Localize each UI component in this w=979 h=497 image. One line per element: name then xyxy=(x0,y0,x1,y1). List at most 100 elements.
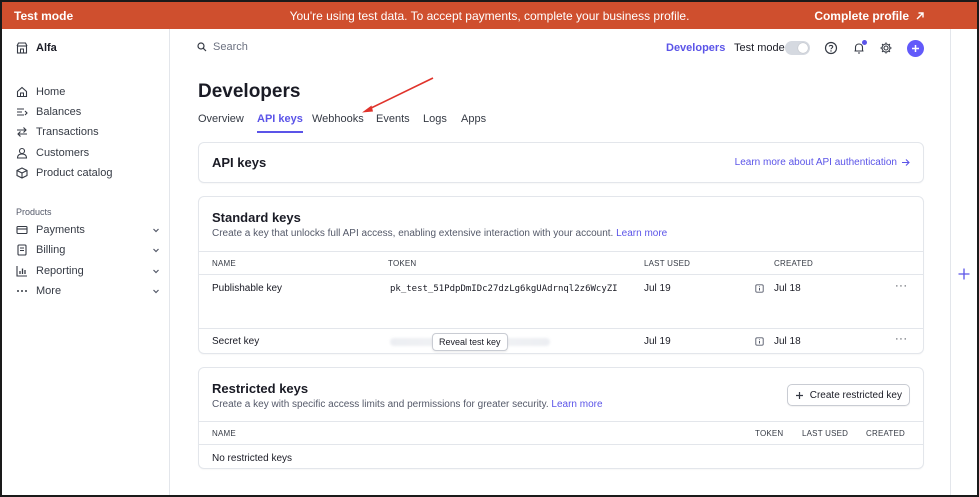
card-icon xyxy=(16,225,28,235)
restricted-keys-table-header: NAME TOKEN LAST USED CREATED xyxy=(199,421,923,445)
sidebar-item-home[interactable]: Home xyxy=(16,86,161,98)
app-window: Test mode You're using test data. To acc… xyxy=(0,0,979,497)
page-title: Developers xyxy=(198,81,301,102)
standard-keys-desc-text: Create a key that unlocks full API acces… xyxy=(212,228,614,239)
secret-key-created: Jul 18 xyxy=(774,336,801,347)
search-placeholder: Search xyxy=(213,41,248,53)
gear-icon xyxy=(880,42,892,54)
col-last-used: LAST USED xyxy=(644,259,691,268)
search-input[interactable]: Search xyxy=(197,41,248,53)
reveal-test-key-button[interactable]: Reveal test key xyxy=(432,333,508,351)
box-icon xyxy=(16,167,28,179)
org-name: Alfa xyxy=(36,42,57,54)
notification-badge xyxy=(862,40,867,45)
transactions-icon xyxy=(17,127,27,137)
plus-icon xyxy=(958,268,970,280)
sidebar-item-customers[interactable]: Customers xyxy=(16,147,161,159)
create-button[interactable] xyxy=(907,40,924,57)
notifications-button[interactable] xyxy=(852,40,867,55)
chevron-down-icon xyxy=(153,248,159,253)
sidebar: Alfa Home Balances Transactions Customer… xyxy=(2,29,170,495)
create-restricted-key-button[interactable]: Create restricted key xyxy=(786,384,910,406)
test-mode-label: Test mode xyxy=(734,42,785,54)
standard-keys-table-header: NAME TOKEN LAST USED CREATED xyxy=(199,251,923,275)
sidebar-item-label: Reporting xyxy=(36,265,84,277)
standard-keys-learn-more[interactable]: Learn more xyxy=(616,228,667,239)
col-name: NAME xyxy=(212,259,236,268)
sidebar-section-products: Products xyxy=(16,207,52,217)
test-mode-banner: Test mode You're using test data. To acc… xyxy=(2,2,977,29)
restricted-keys-desc-text: Create a key with specific access limits… xyxy=(212,399,549,410)
more-dots-icon xyxy=(17,290,27,292)
store-icon xyxy=(16,42,28,54)
arrow-up-right-icon xyxy=(916,11,924,19)
right-rail-divider xyxy=(950,29,951,495)
sidebar-item-transactions[interactable]: Transactions xyxy=(16,126,161,138)
chevron-down-icon xyxy=(153,289,159,294)
col-token: TOKEN xyxy=(388,259,417,268)
balances-icon xyxy=(17,108,28,116)
publishable-key-last-used: Jul 19 xyxy=(644,283,671,294)
sidebar-item-reporting[interactable]: Reporting xyxy=(16,265,161,277)
sidebar-item-label: Customers xyxy=(36,147,90,159)
sidebar-item-label: Balances xyxy=(36,106,82,118)
sidebar-item-label: Transactions xyxy=(36,126,99,138)
help-icon xyxy=(824,41,838,55)
api-keys-card: API keys Learn more about API authentica… xyxy=(198,142,924,183)
sidebar-item-balances[interactable]: Balances xyxy=(16,106,161,118)
sidebar-item-label: Payments xyxy=(36,224,85,236)
help-button[interactable] xyxy=(824,41,838,55)
search-icon xyxy=(197,42,207,52)
tab-apps[interactable]: Apps xyxy=(461,113,486,131)
plus-icon xyxy=(912,45,919,52)
tab-webhooks[interactable]: Webhooks xyxy=(312,113,364,131)
billing-icon xyxy=(17,244,27,256)
bar-chart-icon xyxy=(16,266,27,277)
sidebar-item-product-catalog[interactable]: Product catalog xyxy=(16,167,161,179)
publishable-key-token[interactable]: pk_test_51PdpDmIDc27dzLg6kgUAdrnql2z6Wcy… xyxy=(390,284,618,294)
secret-key-menu-button[interactable]: ··· xyxy=(895,333,908,345)
sidebar-item-more[interactable]: More xyxy=(16,285,161,297)
settings-button[interactable] xyxy=(879,41,893,55)
arrow-right-icon xyxy=(902,159,910,166)
sidebar-item-label: Product catalog xyxy=(36,167,113,179)
col-name: NAME xyxy=(212,429,236,438)
sidebar-item-label: Billing xyxy=(36,244,66,256)
sidebar-item-payments[interactable]: Payments xyxy=(16,224,161,236)
tab-overview[interactable]: Overview xyxy=(198,113,244,131)
developers-link[interactable]: Developers xyxy=(666,42,725,54)
org-switcher[interactable]: Alfa xyxy=(16,42,161,54)
api-keys-title: API keys xyxy=(212,155,267,170)
chevron-down-icon xyxy=(153,269,159,274)
info-icon[interactable] xyxy=(755,284,764,293)
secret-key-name: Secret key xyxy=(212,336,260,347)
home-icon xyxy=(16,86,28,98)
publishable-key-name: Publishable key xyxy=(212,283,283,294)
chevron-down-icon xyxy=(153,228,159,233)
test-mode-toggle[interactable] xyxy=(785,41,810,55)
publishable-key-created: Jul 18 xyxy=(774,283,801,294)
restricted-keys-card: Restricted keys Create a key with specif… xyxy=(198,367,924,469)
standard-keys-description: Create a key that unlocks full API acces… xyxy=(212,228,667,239)
plus-icon xyxy=(795,391,803,399)
banner-mode-label: Test mode xyxy=(14,8,74,23)
create-restricted-key-label: Create restricted key xyxy=(809,389,902,401)
info-icon[interactable] xyxy=(755,337,764,346)
annotation-arrow-icon xyxy=(362,77,434,113)
col-created: CREATED xyxy=(774,259,814,268)
restricted-keys-learn-more[interactable]: Learn more xyxy=(551,399,602,410)
rail-add-button[interactable] xyxy=(957,267,971,281)
sidebar-item-billing[interactable]: Billing xyxy=(16,244,161,256)
restricted-keys-description: Create a key with specific access limits… xyxy=(212,399,603,410)
customer-icon xyxy=(16,147,28,159)
publishable-key-menu-button[interactable]: ··· xyxy=(895,280,908,292)
standard-keys-card: Standard keys Create a key that unlocks … xyxy=(198,196,924,354)
col-token: TOKEN xyxy=(755,429,784,438)
complete-profile-label: Complete profile xyxy=(814,8,909,23)
api-auth-link[interactable]: Learn more about API authentication xyxy=(735,157,910,168)
sidebar-item-label: Home xyxy=(36,86,66,98)
secret-key-last-used: Jul 19 xyxy=(644,336,671,347)
tab-api-keys[interactable]: API keys xyxy=(257,113,303,133)
restricted-keys-title: Restricted keys xyxy=(212,381,309,396)
complete-profile-link[interactable]: Complete profile xyxy=(814,9,925,23)
